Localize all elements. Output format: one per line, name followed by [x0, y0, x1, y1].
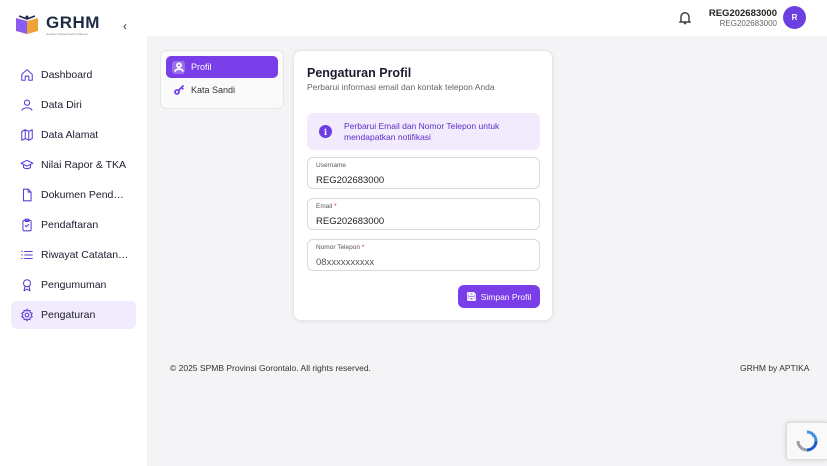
- settings-tab-label: Kata Sandi: [191, 85, 236, 95]
- required-mark: *: [334, 203, 337, 210]
- required-mark: *: [361, 244, 365, 251]
- phone-label: Nomor Telepon *: [316, 244, 365, 251]
- phone-input[interactable]: [316, 257, 531, 269]
- recaptcha-badge[interactable]: [786, 422, 827, 460]
- user-subtitle: REG202683000: [719, 19, 777, 28]
- user-name: REG202683000: [708, 8, 777, 19]
- settings-nav: Profil Kata Sandi: [160, 50, 284, 109]
- save-profile-button[interactable]: Simpan Profil: [458, 285, 540, 308]
- topbar: REG202683000 REG202683000 R: [147, 0, 827, 36]
- recaptcha-icon: [796, 430, 818, 452]
- username-label: Username: [316, 162, 346, 169]
- card-title: Pengaturan Profil: [307, 66, 412, 80]
- award-icon: [20, 278, 34, 292]
- username-field: Username: [307, 157, 540, 189]
- sidebar-item-dokumen[interactable]: Dokumen Pendaftaran: [11, 181, 136, 209]
- phone-field: Nomor Telepon *: [307, 239, 540, 271]
- settings-tab-kata-sandi[interactable]: Kata Sandi: [166, 79, 278, 101]
- sidebar-item-label: Dokumen Pendaftaran: [41, 189, 129, 201]
- avatar[interactable]: R: [783, 6, 806, 29]
- footer-copyright: © 2025 SPMB Provinsi Gorontalo. All righ…: [170, 363, 371, 373]
- sidebar-item-label: Nilai Rapor & TKA: [41, 159, 127, 171]
- user-info[interactable]: REG202683000 REG202683000: [709, 8, 777, 29]
- clipboard-check-icon: [20, 218, 34, 232]
- brand[interactable]: GRHM Gerakan Rakyat Hebat Makmur: [14, 14, 100, 36]
- home-icon: [20, 68, 34, 82]
- sidebar-item-pengumuman[interactable]: Pengumuman: [11, 271, 136, 299]
- list-icon: [20, 248, 34, 262]
- sidebar-item-label: Dashboard: [41, 69, 93, 81]
- email-input[interactable]: [316, 216, 531, 228]
- settings-tab-label: Profil: [191, 62, 212, 72]
- file-icon: [20, 188, 34, 202]
- username-input[interactable]: [316, 175, 531, 187]
- email-field: Email *: [307, 198, 540, 230]
- sidebar-item-nilai-rapor[interactable]: Nilai Rapor & TKA: [11, 151, 136, 179]
- sidebar-item-label: Riwayat Catatan Daftar: [41, 249, 129, 261]
- user-icon: [172, 60, 185, 74]
- profile-settings-card: Pengaturan Profil Perbarui informasi ema…: [293, 50, 553, 321]
- sidebar-item-pendaftaran[interactable]: Pendaftaran: [11, 211, 136, 239]
- sidebar-item-dashboard[interactable]: Dashboard: [11, 61, 136, 89]
- bell-icon[interactable]: [678, 11, 692, 25]
- key-icon: [172, 84, 185, 97]
- sidebar-item-label: Pendaftaran: [41, 219, 99, 231]
- sidebar-item-data-alamat[interactable]: Data Alamat: [11, 121, 136, 149]
- save-icon: [466, 292, 476, 301]
- sidebar-item-label: Pengaturan: [41, 309, 96, 321]
- sidebar-item-data-diri[interactable]: Data Diri: [11, 91, 136, 119]
- footer-credit: GRHM by APTIKA: [740, 363, 810, 373]
- settings-tab-profil[interactable]: Profil: [166, 56, 278, 78]
- card-subtitle: Perbarui informasi email dan kontak tele…: [307, 82, 495, 92]
- sidebar-item-pengaturan[interactable]: Pengaturan: [11, 301, 136, 329]
- user-icon: [20, 98, 34, 112]
- sidebar: GRHM Gerakan Rakyat Hebat Makmur ‹ Dashb…: [0, 0, 147, 466]
- brand-name: GRHM: [46, 13, 100, 32]
- book-logo-icon: [16, 15, 38, 34]
- brand-tagline: Gerakan Rakyat Hebat Makmur: [46, 32, 89, 36]
- map-icon: [20, 128, 34, 142]
- sidebar-item-label: Data Diri: [41, 99, 82, 111]
- save-button-label: Simpan Profil: [480, 291, 532, 302]
- info-alert-text: Perbarui Email dan Nomor Telepon untuk m…: [344, 120, 500, 142]
- gear-icon: [20, 308, 34, 322]
- sidebar-item-label: Data Alamat: [41, 129, 99, 141]
- chevron-left-icon[interactable]: ‹: [119, 19, 131, 33]
- info-icon: i: [319, 125, 332, 138]
- sidebar-item-label: Pengumuman: [41, 279, 107, 291]
- graduation-cap-icon: [20, 158, 34, 172]
- email-label: Email *: [316, 203, 337, 210]
- info-alert: i Perbarui Email dan Nomor Telepon untuk…: [307, 113, 540, 150]
- sidebar-item-riwayat[interactable]: Riwayat Catatan Daftar: [11, 241, 136, 269]
- sidebar-nav: Dashboard Data Diri Data Alamat Nilai Ra…: [11, 61, 136, 331]
